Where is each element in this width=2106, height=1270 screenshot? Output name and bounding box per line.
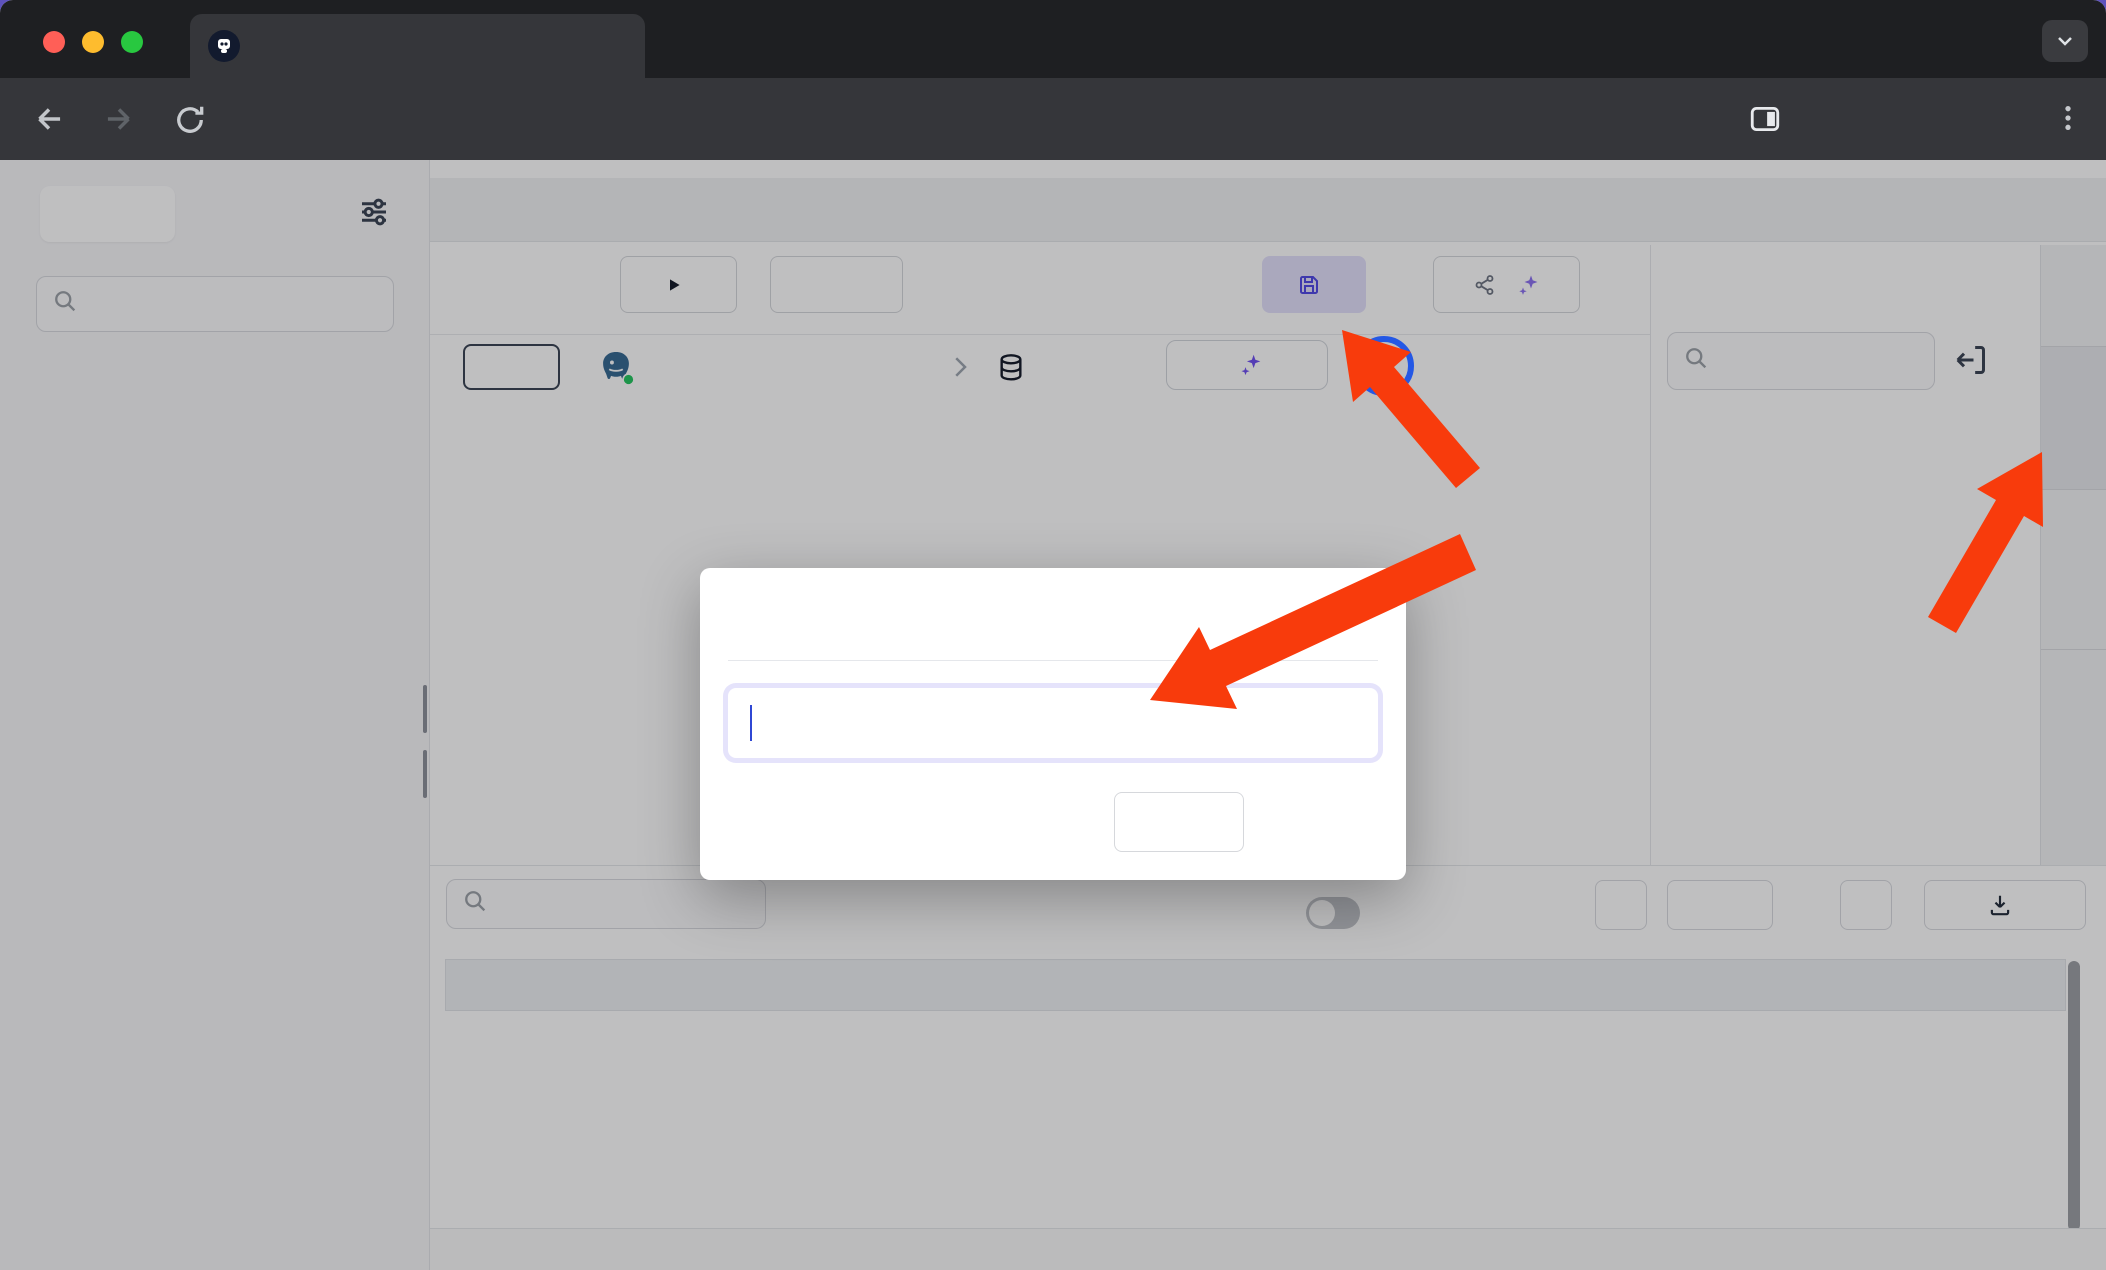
new-browser-tab-button[interactable] (672, 22, 716, 66)
browser-menu-icon[interactable] (2052, 102, 2084, 139)
forward-icon[interactable] (100, 100, 138, 143)
sql-editor-app (0, 160, 2106, 1270)
text-caret (750, 705, 752, 741)
divider (728, 660, 1378, 661)
bytebase-favicon (208, 30, 240, 62)
close-window-button[interactable] (43, 31, 65, 53)
dialog-save-button[interactable] (1260, 792, 1378, 852)
sheet-name-input[interactable] (728, 688, 1378, 758)
tab-search-chevron-button[interactable] (2042, 20, 2088, 62)
browser-toolbar (0, 78, 2106, 160)
minimize-window-button[interactable] (82, 31, 104, 53)
maximize-window-button[interactable] (121, 31, 143, 53)
browser-window (0, 0, 2106, 1270)
browser-chrome (0, 0, 2106, 160)
reload-icon[interactable] (172, 102, 208, 143)
side-panel-icon[interactable] (1748, 102, 1782, 141)
back-icon[interactable] (30, 100, 68, 143)
dialog-close-button[interactable] (1114, 792, 1244, 852)
save-sheet-dialog (700, 568, 1406, 880)
browser-tab[interactable] (190, 14, 645, 78)
